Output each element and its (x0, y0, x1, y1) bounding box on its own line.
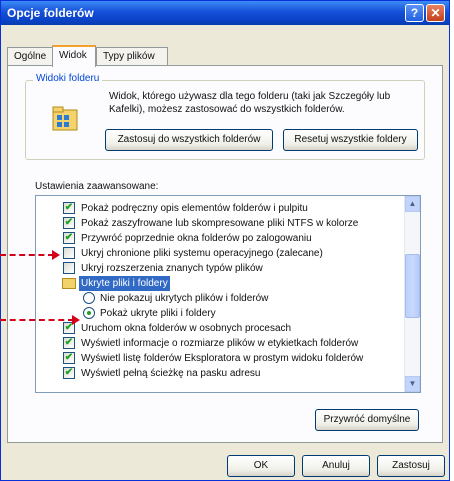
reset-all-folders-button[interactable]: Resetuj wszystkie foldery (283, 129, 418, 151)
list-item-label: Wyświetl listę folderów Eksploratora w p… (81, 353, 364, 364)
folder-views-description: Widok, którego używasz dla tego folderu … (109, 91, 391, 115)
help-button[interactable]: ? (405, 4, 424, 22)
list-item-label: Ukryte pliki i foldery (79, 276, 170, 291)
restore-defaults-button[interactable]: Przywróć domyślne (315, 409, 419, 431)
radio-button[interactable] (83, 307, 95, 319)
list-item-label: Pokaż ukryte pliki i foldery (100, 308, 216, 319)
list-item-label: Ukryj rozszerzenia znanych typów plików (81, 263, 263, 274)
annotation-arrow-2 (0, 319, 74, 321)
apply-button[interactable]: Zastosuj (377, 455, 445, 477)
checkbox[interactable]: ✔ (63, 217, 75, 229)
advanced-settings-list[interactable]: ✔ Pokaż podręczny opis elementów folderó… (35, 195, 421, 393)
title-bar[interactable]: Opcje folderów ? ✕ (1, 1, 449, 25)
cancel-button[interactable]: Anuluj (302, 455, 370, 477)
list-item-label: Wyświetl pełną ścieżkę na pasku adresu (81, 368, 261, 379)
vertical-scrollbar[interactable]: ▲ ▼ (404, 196, 420, 392)
tab-view[interactable]: Widok (52, 45, 96, 67)
scroll-up-icon[interactable]: ▲ (405, 196, 420, 212)
apply-to-all-folders-button[interactable]: Zastosuj do wszystkich folderów (105, 129, 273, 151)
window-title: Opcje folderów (7, 6, 94, 20)
scroll-down-icon[interactable]: ▼ (405, 376, 420, 392)
list-item-label: Pokaż podręczny opis elementów folderów … (81, 203, 308, 214)
scroll-thumb[interactable] (405, 254, 420, 318)
list-item-label: Ukryj chronione pliki systemu operacyjne… (81, 248, 323, 259)
ok-button[interactable]: OK (227, 455, 295, 477)
folder-views-label: Widoki folderu (33, 73, 103, 84)
checkbox[interactable] (63, 247, 75, 259)
checkbox[interactable]: ✔ (63, 337, 75, 349)
checkbox[interactable]: ✔ (63, 232, 75, 244)
tab-general[interactable]: Ogólne (7, 47, 53, 66)
annotation-arrow-1 (0, 254, 54, 256)
annotation-arrowhead-1 (52, 250, 60, 260)
close-button[interactable]: ✕ (426, 4, 445, 22)
list-item-label: Nie pokazuj ukrytych plików i folderów (100, 293, 269, 304)
tab-file-types[interactable]: Typy plików (96, 47, 168, 66)
annotation-arrowhead-2 (72, 315, 80, 325)
checkbox[interactable]: ✔ (63, 367, 75, 379)
checkbox[interactable]: ✔ (63, 202, 75, 214)
list-item-label: Przywróć poprzednie okna folderów po zal… (81, 233, 312, 244)
checkbox[interactable]: ✔ (63, 352, 75, 364)
list-item-label: Uruchom okna folderów w osobnych procesa… (81, 323, 292, 334)
folder-views-icon (52, 106, 78, 131)
radio-button[interactable] (83, 292, 95, 304)
folder-icon (62, 278, 76, 289)
folder-options-dialog: Opcje folderów ? ✕ Ogólne Widok Typy pli… (0, 0, 450, 481)
advanced-settings-label: Ustawienia zaawansowane: (35, 181, 159, 192)
list-item-label: Wyświetl informacje o rozmiarze plików w… (81, 338, 359, 349)
list-item-label: Pokaż zaszyfrowane lub skompresowane pli… (81, 218, 359, 229)
checkbox[interactable] (63, 262, 75, 274)
